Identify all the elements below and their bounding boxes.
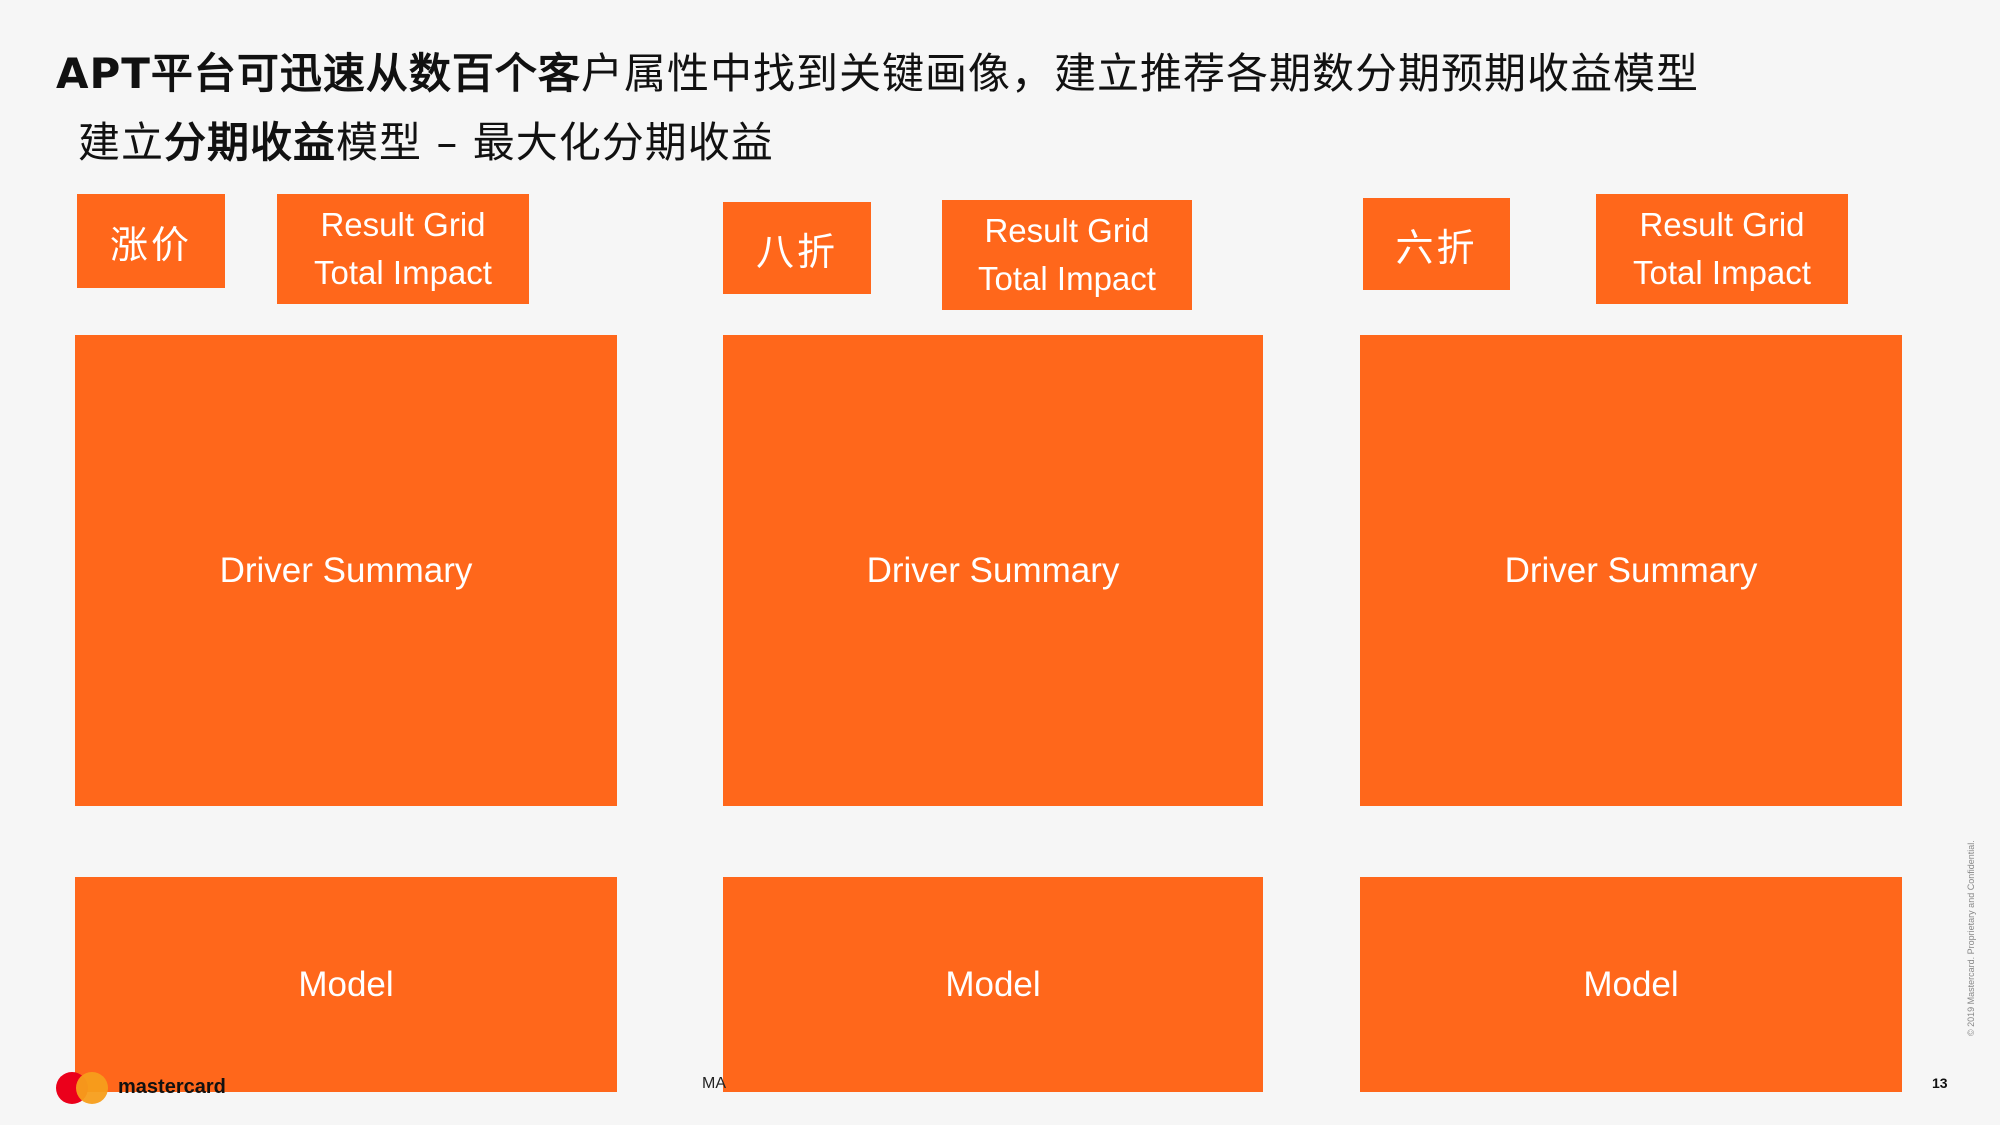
total-impact-label: Total Impact: [314, 254, 492, 291]
result-grid-box-1: Result Grid Total Impact: [277, 194, 529, 304]
driver-summary-box-3: Driver Summary: [1360, 335, 1902, 806]
driver-summary-box-2: Driver Summary: [723, 335, 1263, 806]
page-subtitle: 建立分期收益模型 – 最大化分期收益: [78, 113, 774, 173]
page-title-bold: APT平台可迅速从数百个客: [56, 49, 581, 98]
result-grid-box-2: Result Grid Total Impact: [942, 200, 1192, 310]
subtitle-part-c: 模型 – 最大化分期收益: [336, 118, 774, 167]
scenario-tag-price-increase: 涨价: [77, 194, 225, 288]
total-impact-label: Total Impact: [978, 260, 1156, 297]
page-title-rest: 户属性中找到关键画像，建立推荐各期数分期预期收益模型: [580, 49, 1699, 98]
subtitle-part-a: 建立: [78, 118, 165, 167]
subtitle-part-b: 分期收益: [164, 118, 337, 167]
model-box-2: Model: [723, 877, 1263, 1092]
total-impact-label: Total Impact: [1633, 254, 1811, 291]
copyright-note: © 2019 Mastercard. Proprietary and Confi…: [1966, 840, 1976, 1036]
model-box-3: Model: [1360, 877, 1902, 1092]
scenario-tag-40-off: 六折: [1363, 198, 1510, 290]
model-box-1: Model: [75, 877, 617, 1092]
footer-brand: mastercard: [118, 1076, 226, 1098]
scenario-tag-20-off: 八折: [723, 202, 871, 294]
mastercard-logo-icon: [56, 1072, 116, 1106]
result-grid-label: Result Grid: [1639, 206, 1805, 243]
footer-classification: MA: [702, 1075, 726, 1092]
result-grid-label: Result Grid: [320, 206, 486, 243]
page-number: 13: [1932, 1075, 1948, 1091]
driver-summary-box-1: Driver Summary: [75, 335, 617, 806]
result-grid-label: Result Grid: [984, 212, 1150, 249]
result-grid-box-3: Result Grid Total Impact: [1596, 194, 1848, 304]
logo-yellow-circle: [76, 1072, 108, 1104]
page-title: APT平台可迅速从数百个客户属性中找到关键画像，建立推荐各期数分期预期收益模型: [56, 44, 1699, 104]
